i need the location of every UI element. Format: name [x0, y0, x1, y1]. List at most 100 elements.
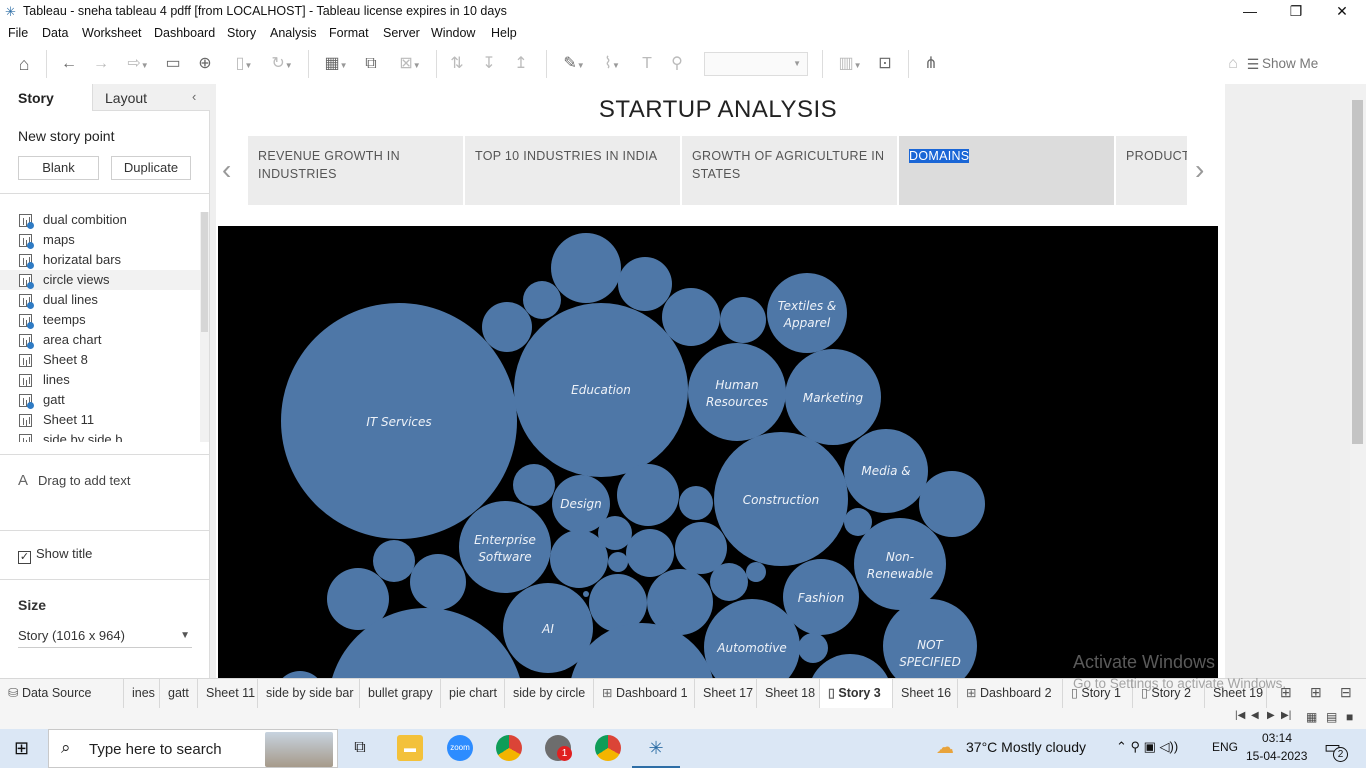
new-sheet-icon[interactable]: ▦▼: [318, 52, 354, 76]
highlight-icon[interactable]: ✎▼: [556, 52, 592, 76]
clock-date[interactable]: 15-04-2023: [1246, 749, 1307, 763]
duplicate-button[interactable]: Duplicate: [111, 156, 191, 180]
domain-bubble[interactable]: [410, 554, 466, 610]
fix-axes-icon[interactable]: ⚲: [666, 52, 688, 76]
menu-window[interactable]: Window: [431, 26, 475, 40]
pause-updates-icon[interactable]: ▯▼: [226, 52, 262, 76]
swap-icon[interactable]: ⇅: [446, 52, 468, 76]
sheet-tab[interactable]: gatt: [160, 679, 198, 708]
domain-bubble[interactable]: [798, 633, 828, 663]
sheet-list-item[interactable]: side by side b: [0, 430, 200, 442]
show-me-button[interactable]: Show Me: [1262, 52, 1318, 76]
filmstrip-view-icon[interactable]: ▦: [1306, 710, 1317, 724]
domain-bubble[interactable]: [720, 297, 766, 343]
sheet-list-item[interactable]: circle views: [0, 270, 200, 290]
domain-bubble[interactable]: [550, 530, 608, 588]
prev-sheet-icon[interactable]: ◀: [1251, 710, 1259, 721]
bubble-chart[interactable]: IT Services Education Textiles & Apparel…: [218, 226, 1218, 678]
sheet-tab[interactable]: Sheet 11: [198, 679, 258, 708]
refresh-icon[interactable]: ↻▼: [264, 52, 300, 76]
domain-bubble[interactable]: [617, 464, 679, 526]
home-icon[interactable]: ⌂: [12, 52, 36, 76]
domain-bubble[interactable]: [482, 302, 532, 352]
menu-file[interactable]: File: [8, 26, 28, 40]
menu-server[interactable]: Server: [383, 26, 420, 40]
sheet-list-item[interactable]: dual combition: [0, 210, 200, 230]
domain-bubble[interactable]: [688, 343, 786, 441]
fit-dropdown[interactable]: ▼: [704, 52, 808, 76]
sheet-tab[interactable]: Sheet 16: [893, 679, 958, 708]
weather-text[interactable]: 37°C Mostly cloudy: [966, 739, 1086, 755]
domain-bubble[interactable]: [275, 671, 325, 678]
domain-bubble[interactable]: [704, 599, 800, 678]
new-datasource-icon[interactable]: ⊕: [194, 52, 216, 76]
save-icon[interactable]: ▭: [162, 52, 184, 76]
domain-bubble[interactable]: [626, 529, 674, 577]
collapse-pane-icon[interactable]: ‹: [192, 89, 196, 104]
first-sheet-icon[interactable]: |◀: [1235, 710, 1245, 721]
undo-icon[interactable]: ←: [58, 52, 80, 76]
windows-start-icon[interactable]: ⊞: [14, 738, 29, 759]
share-icon[interactable]: ⋔: [920, 52, 942, 76]
menu-analysis[interactable]: Analysis: [270, 26, 317, 40]
sort-ascending-icon[interactable]: ↧: [478, 52, 500, 76]
next-story-point-icon[interactable]: ›: [1195, 154, 1204, 186]
sheet-tab[interactable]: Sheet 17: [695, 679, 757, 708]
domain-bubble[interactable]: [767, 273, 847, 353]
tab-story[interactable]: Story: [0, 84, 92, 111]
domain-bubble[interactable]: [608, 552, 628, 572]
story-point-2[interactable]: TOP 10 INDUSTRIES IN INDIA: [465, 136, 680, 205]
format-painter-icon[interactable]: ⌂: [1222, 52, 1244, 76]
sheet-tab[interactable]: Sheet 18: [757, 679, 820, 708]
sheet-sorter-icon[interactable]: ■: [1346, 710, 1353, 724]
clear-sheet-icon[interactable]: ⊠▼: [392, 52, 428, 76]
sheet-list-item[interactable]: maps: [0, 230, 200, 250]
close-button[interactable]: ✕: [1319, 0, 1365, 23]
sheet-list-item[interactable]: area chart: [0, 330, 200, 350]
show-title-checkbox[interactable]: ✓ Show title: [18, 546, 92, 564]
new-story-tab-icon[interactable]: ⊟: [1340, 684, 1352, 701]
tray-icons[interactable]: ⌃ ⚲ ▣ ◁)): [1116, 739, 1178, 755]
domain-bubble[interactable]: [662, 288, 720, 346]
domain-bubble[interactable]: [854, 518, 946, 610]
labels-icon[interactable]: T: [636, 52, 658, 76]
group-icon[interactable]: ⌇▼: [594, 52, 630, 76]
domain-bubble[interactable]: [746, 562, 766, 582]
chrome-profile-icon[interactable]: [595, 735, 621, 761]
domain-bubble[interactable]: [373, 540, 415, 582]
sheet-list-item[interactable]: gatt: [0, 390, 200, 410]
blank-button[interactable]: Blank: [18, 156, 99, 180]
sheet-tab[interactable]: ines: [124, 679, 160, 708]
sheet-list-scrollbar[interactable]: [200, 212, 209, 442]
story-point-4[interactable]: DOMAINS: [899, 136, 1114, 205]
taskbar-search[interactable]: ⌕ Type here to search: [48, 729, 338, 768]
menu-format[interactable]: Format: [329, 26, 369, 40]
sheet-tab[interactable]: ⛁ Data Source: [0, 679, 124, 708]
domain-bubble[interactable]: [513, 464, 555, 506]
sheet-tab[interactable]: ▯ Story 3: [820, 679, 893, 708]
minimize-button[interactable]: —: [1227, 0, 1273, 23]
menu-story[interactable]: Story: [227, 26, 256, 40]
checkbox-checked-icon[interactable]: ✓: [18, 551, 31, 564]
domain-bubble[interactable]: [679, 486, 713, 520]
domain-bubble[interactable]: [919, 471, 985, 537]
new-dashboard-tab-icon[interactable]: ⊞: [1310, 684, 1322, 701]
story-point-1[interactable]: REVENUE GROWTH IN INDUSTRIES: [248, 136, 463, 205]
clock-time[interactable]: 03:14: [1250, 731, 1304, 745]
sheet-tab[interactable]: side by circle: [505, 679, 594, 708]
show-cards-icon[interactable]: ▥▼: [832, 52, 868, 76]
menu-dashboard[interactable]: Dashboard: [154, 26, 215, 40]
sheet-list-item[interactable]: Sheet 8: [0, 350, 200, 370]
tableau-taskbar-icon[interactable]: ✳: [643, 735, 669, 761]
story-point-5[interactable]: PRODUCTI: [1116, 136, 1187, 205]
chrome-icon[interactable]: [496, 735, 522, 761]
file-explorer-icon[interactable]: ▬: [397, 735, 423, 761]
sheet-tab[interactable]: bullet grapy: [360, 679, 441, 708]
zoom-app-icon[interactable]: zoom: [447, 735, 473, 761]
duplicate-sheet-icon[interactable]: ⧉: [360, 52, 382, 76]
domain-bubble[interactable]: [583, 591, 589, 597]
redo-icon[interactable]: →: [90, 52, 112, 76]
previous-story-point-icon[interactable]: ‹: [222, 154, 231, 186]
tabs-view-icon[interactable]: ▤: [1326, 710, 1337, 724]
language-indicator[interactable]: ENG: [1212, 740, 1238, 754]
